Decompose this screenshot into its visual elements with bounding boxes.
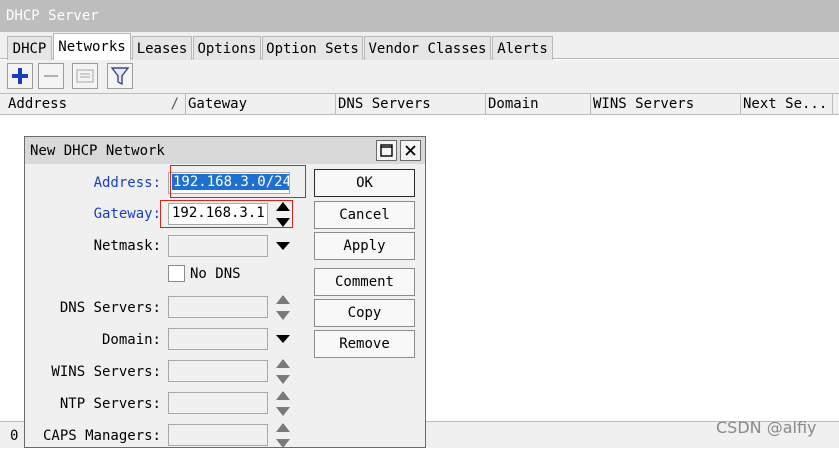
comment-button[interactable]	[72, 63, 98, 89]
caps-managers-label: CAPS Managers:	[42, 428, 161, 444]
button-label: Comment	[334, 274, 394, 290]
tab-label: Options	[197, 40, 257, 57]
button-label: OK	[356, 175, 373, 191]
column-label: Address	[8, 96, 68, 112]
domain-select[interactable]	[168, 328, 268, 350]
tab-label: Alerts	[497, 40, 548, 57]
column-dns-servers[interactable]: DNS Servers	[336, 94, 486, 114]
column-domain[interactable]: Domain	[486, 94, 591, 114]
tab-alerts[interactable]: Alerts	[492, 36, 553, 60]
tab-option-sets[interactable]: Option Sets	[262, 36, 363, 60]
column-label: DNS Servers	[338, 96, 431, 112]
filter-button[interactable]	[107, 63, 133, 89]
tab-label: Leases	[136, 40, 188, 57]
column-wins-servers[interactable]: WINS Servers	[591, 94, 741, 114]
caps-managers-input[interactable]	[168, 424, 268, 446]
dialog-title: New DHCP Network	[30, 143, 165, 159]
no-dns-checkbox[interactable]	[168, 265, 185, 282]
window-title-bar: DHCP Server	[0, 0, 839, 32]
ok-button[interactable]: OK	[314, 169, 415, 197]
annotation-box-gateway	[160, 200, 293, 228]
netmask-label: Netmask:	[93, 238, 161, 254]
tab-leases[interactable]: Leases	[132, 36, 192, 60]
column-gateway[interactable]: Gateway	[186, 94, 336, 114]
item-count: 0	[10, 428, 19, 444]
chevron-down-icon[interactable]	[275, 334, 291, 344]
tab-bar: DHCP Networks Leases Options Option Sets…	[0, 32, 839, 60]
ntp-servers-label: NTP Servers:	[59, 396, 161, 412]
sort-icon: /	[170, 96, 179, 112]
address-label: Address:	[93, 175, 161, 191]
dns-servers-label: DNS Servers:	[59, 300, 161, 316]
close-button[interactable]	[400, 140, 421, 161]
column-label: Next Se...	[743, 96, 828, 112]
button-label: Cancel	[339, 207, 390, 223]
tab-options[interactable]: Options	[193, 36, 261, 60]
domain-label: Domain:	[101, 332, 161, 348]
remove-button[interactable]	[38, 63, 64, 89]
column-next-server[interactable]: Next Se...	[741, 94, 833, 114]
dns-servers-input[interactable]	[168, 296, 268, 318]
comment-button[interactable]: Comment	[314, 268, 415, 296]
remove-button[interactable]: Remove	[314, 330, 415, 358]
filter-icon	[110, 67, 130, 86]
cancel-button[interactable]: Cancel	[314, 201, 415, 229]
copy-button[interactable]: Copy	[314, 299, 415, 327]
annotation-box-address	[170, 165, 306, 198]
chevron-down-icon[interactable]	[275, 241, 291, 251]
tab-vendor-classes[interactable]: Vendor Classes	[364, 36, 491, 60]
tab-label: Networks	[58, 39, 126, 55]
column-label: Domain	[488, 96, 539, 112]
tab-networks[interactable]: Networks	[53, 33, 131, 60]
add-button[interactable]	[7, 63, 33, 89]
button-label: Remove	[339, 336, 390, 352]
maximize-button[interactable]	[376, 140, 397, 161]
minus-icon	[44, 75, 58, 77]
tab-label: DHCP	[12, 40, 47, 57]
maximize-icon	[380, 144, 393, 157]
gateway-label: Gateway:	[93, 206, 161, 222]
updown-icon[interactable]	[275, 421, 291, 451]
tab-label: Vendor Classes	[368, 40, 487, 57]
watermark: CSDN @alfiy	[716, 418, 817, 437]
close-icon	[405, 145, 416, 156]
wins-servers-input[interactable]	[168, 360, 268, 382]
netmask-select[interactable]	[168, 235, 268, 257]
button-label: Copy	[347, 305, 382, 321]
new-dhcp-network-dialog: New DHCP Network Address: 192.168.3.0/24…	[24, 136, 426, 448]
no-dns-label: No DNS	[190, 266, 241, 282]
column-address[interactable]: Address /	[6, 94, 186, 114]
table-header: Address / Gateway DNS Servers Domain WIN…	[0, 93, 839, 115]
button-label: Apply	[343, 238, 386, 254]
dialog-title-bar[interactable]: New DHCP Network	[25, 137, 425, 164]
tab-dhcp[interactable]: DHCP	[7, 36, 52, 60]
note-icon	[76, 69, 94, 83]
updown-icon[interactable]	[275, 389, 291, 419]
column-label: Gateway	[188, 96, 248, 112]
toolbar	[0, 60, 839, 93]
ntp-servers-input[interactable]	[168, 392, 268, 414]
plus-icon	[12, 68, 28, 84]
apply-button[interactable]: Apply	[314, 232, 415, 260]
updown-icon[interactable]	[275, 357, 291, 387]
wins-servers-label: WINS Servers:	[51, 364, 161, 380]
updown-icon[interactable]	[275, 293, 291, 323]
tab-label: Option Sets	[266, 40, 359, 57]
column-label: WINS Servers	[593, 96, 695, 112]
window-title: DHCP Server	[6, 8, 99, 24]
